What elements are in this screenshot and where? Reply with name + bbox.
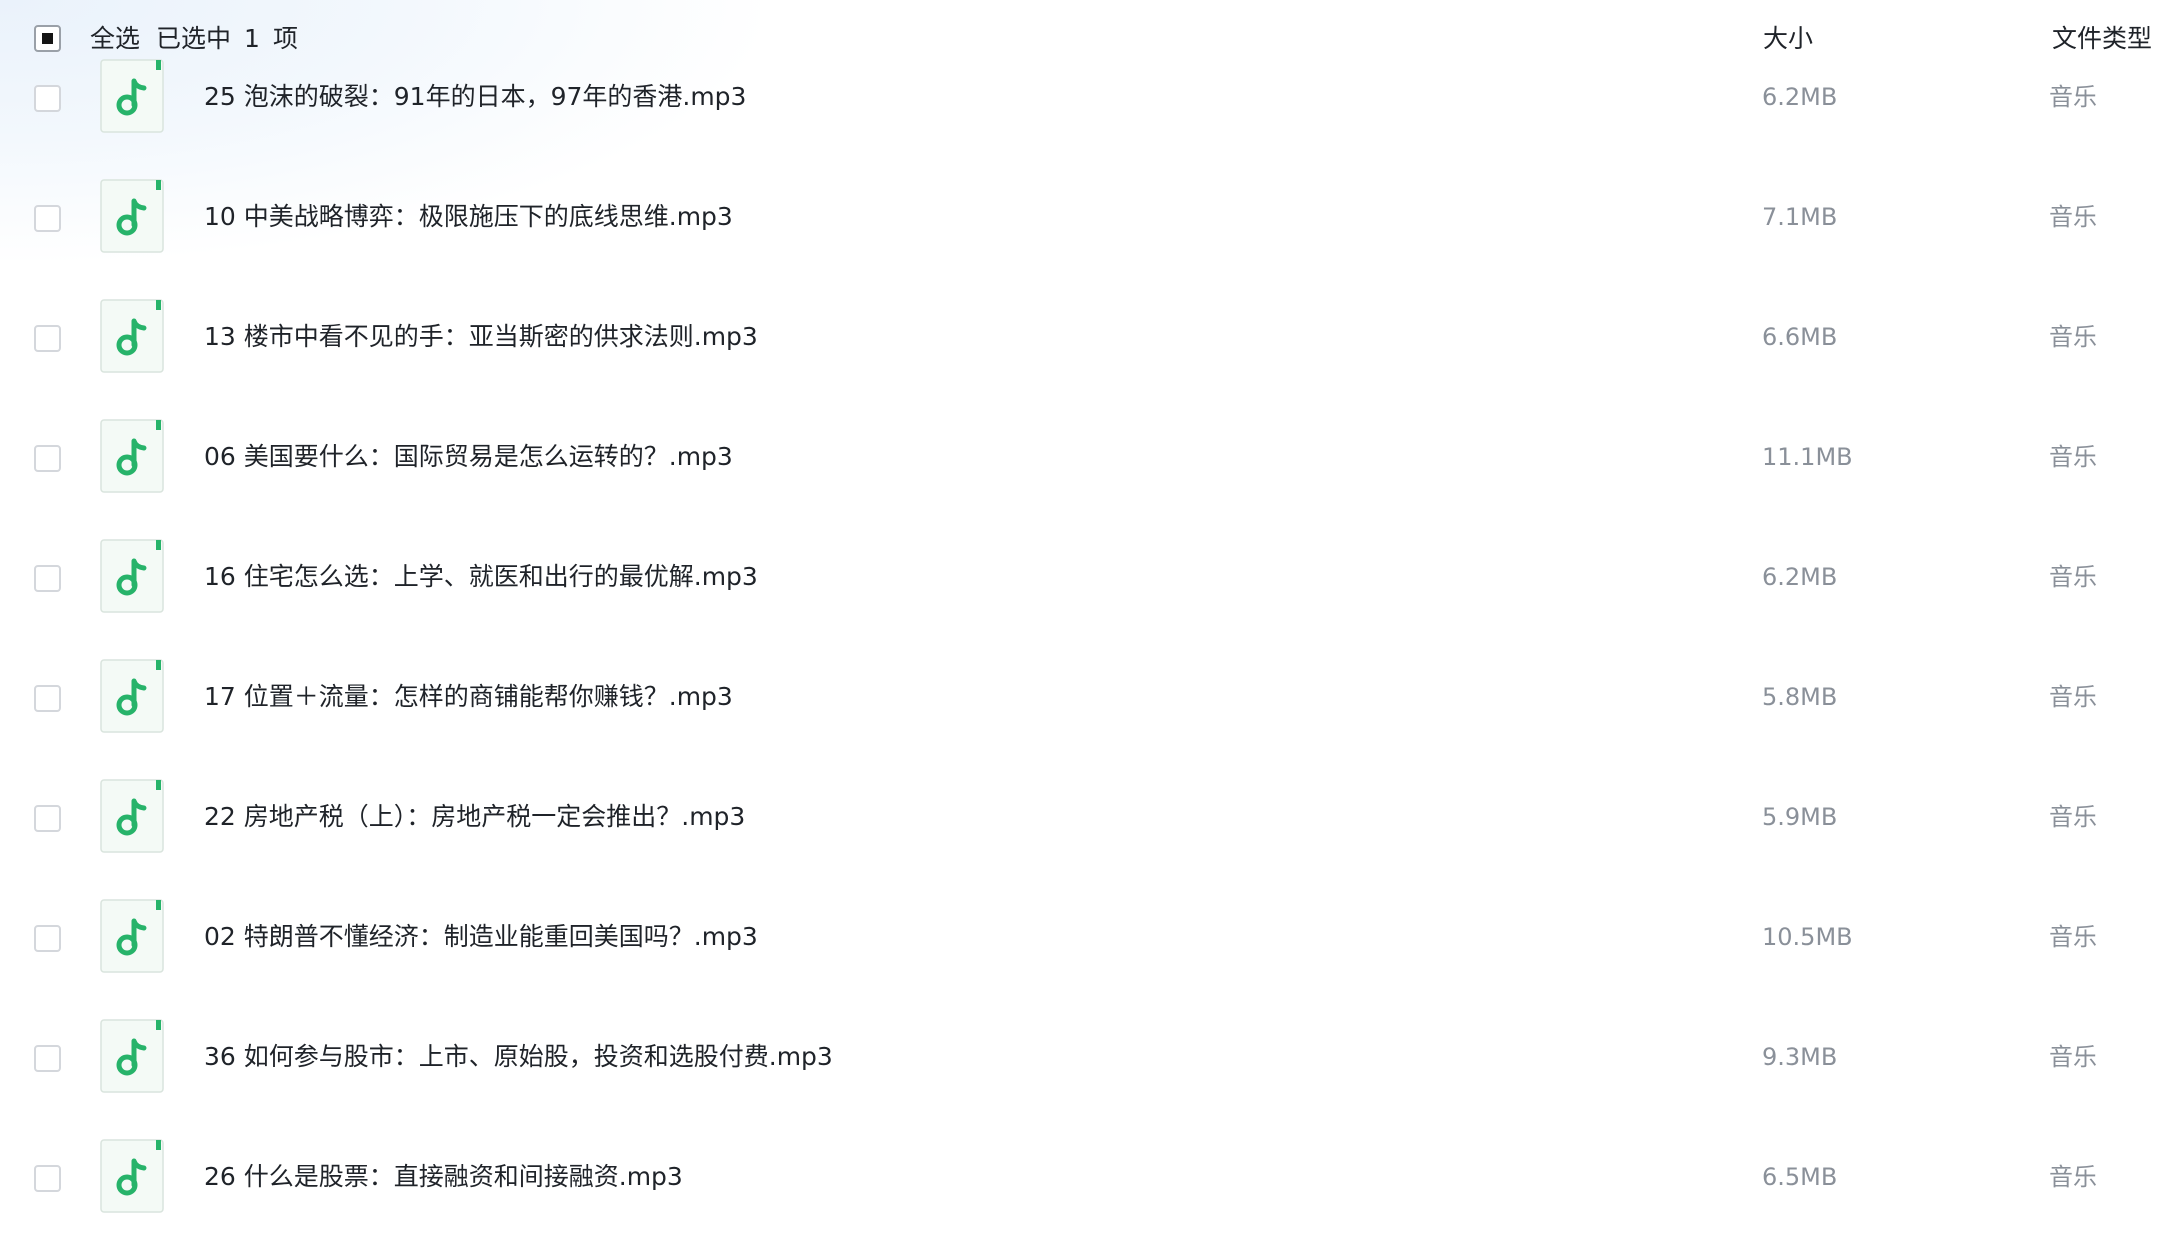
file-name[interactable]: 16 住宅怎么选：上学、就医和出行的最优解.mp3 [204, 560, 758, 594]
file-row[interactable]: 13 楼市中看不见的手：亚当斯密的供求法则.mp3 6.6MB 音乐 [0, 279, 2162, 399]
file-size: 7.1MB [1762, 203, 1838, 231]
file-type: 音乐 [2049, 1163, 2097, 1191]
select-all-checkbox[interactable] [34, 25, 61, 52]
music-note-icon [100, 299, 164, 373]
file-name[interactable]: 02 特朗普不懂经济：制造业能重回美国吗？.mp3 [204, 920, 758, 954]
row-checkbox[interactable] [34, 925, 61, 952]
file-row[interactable]: 06 美国要什么：国际贸易是怎么运转的？.mp3 11.1MB 音乐 [0, 399, 2162, 519]
file-row[interactable]: 10 中美战略博弈：极限施压下的底线思维.mp3 7.1MB 音乐 [0, 159, 2162, 279]
music-note-icon [100, 539, 164, 613]
row-checkbox[interactable] [34, 445, 61, 472]
file-browser: 25 泡沫的破裂：91年的日本，97年的香港.mp3 6.2MB 音乐 10 中美战略… [0, 0, 2162, 1238]
file-size: 5.9MB [1762, 803, 1838, 831]
file-size: 5.8MB [1762, 683, 1838, 711]
list-header: 全选 已选中 1 项 大小 文件类型 [0, 0, 2162, 76]
column-header-size[interactable]: 大小 [1763, 22, 1813, 56]
music-note-icon [100, 419, 164, 493]
file-size: 11.1MB [1762, 443, 1853, 471]
music-note-icon [100, 659, 164, 733]
file-row[interactable]: 17 位置＋流量：怎样的商铺能帮你赚钱？.mp3 5.8MB 音乐 [0, 639, 2162, 759]
file-type: 音乐 [2049, 203, 2097, 231]
music-note-icon [100, 779, 164, 853]
music-note-icon [100, 179, 164, 253]
file-row[interactable]: 26 什么是股票：直接融资和间接融资.mp3 6.5MB 音乐 [0, 1119, 2162, 1238]
row-checkbox[interactable] [34, 685, 61, 712]
file-type: 音乐 [2049, 563, 2097, 591]
file-size: 10.5MB [1762, 923, 1853, 951]
row-checkbox[interactable] [34, 565, 61, 592]
file-name[interactable]: 22 房地产税（上）：房地产税一定会推出？.mp3 [204, 800, 745, 834]
file-row[interactable]: 16 住宅怎么选：上学、就医和出行的最优解.mp3 6.2MB 音乐 [0, 519, 2162, 639]
row-checkbox[interactable] [34, 205, 61, 232]
file-size: 6.2MB [1762, 563, 1838, 591]
file-name[interactable]: 10 中美战略博弈：极限施压下的底线思维.mp3 [204, 200, 733, 234]
file-size: 9.3MB [1762, 1043, 1838, 1071]
file-name[interactable]: 36 如何参与股市：上市、原始股，投资和选股付费.mp3 [204, 1040, 833, 1074]
selected-count-prefix: 已选中 [156, 24, 232, 53]
file-type: 音乐 [2049, 923, 2097, 951]
file-name[interactable]: 17 位置＋流量：怎样的商铺能帮你赚钱？.mp3 [204, 680, 733, 714]
file-type: 音乐 [2049, 323, 2097, 351]
file-name[interactable]: 13 楼市中看不见的手：亚当斯密的供求法则.mp3 [204, 320, 758, 354]
music-note-icon [100, 899, 164, 973]
file-size: 6.2MB [1762, 83, 1838, 111]
file-type: 音乐 [2049, 803, 2097, 831]
file-list: 25 泡沫的破裂：91年的日本，97年的香港.mp3 6.2MB 音乐 10 中美战略… [0, 0, 2162, 1238]
file-name[interactable]: 26 什么是股票：直接融资和间接融资.mp3 [204, 1160, 683, 1194]
row-checkbox[interactable] [34, 325, 61, 352]
music-note-icon [100, 1139, 164, 1213]
selected-count: 1 [244, 24, 260, 53]
select-all-label[interactable]: 全选 [90, 22, 140, 56]
column-header-type[interactable]: 文件类型 [2052, 22, 2152, 56]
file-row[interactable]: 22 房地产税（上）：房地产税一定会推出？.mp3 5.9MB 音乐 [0, 759, 2162, 879]
file-size: 6.5MB [1762, 1163, 1838, 1191]
file-name[interactable]: 06 美国要什么：国际贸易是怎么运转的？.mp3 [204, 440, 733, 474]
file-row[interactable]: 02 特朗普不懂经济：制造业能重回美国吗？.mp3 10.5MB 音乐 [0, 879, 2162, 999]
file-type: 音乐 [2049, 683, 2097, 711]
file-type: 音乐 [2049, 83, 2097, 111]
music-note-icon [100, 1019, 164, 1093]
file-type: 音乐 [2049, 443, 2097, 471]
row-checkbox[interactable] [34, 1165, 61, 1192]
file-name[interactable]: 25 泡沫的破裂：91年的日本，97年的香港.mp3 [204, 80, 746, 114]
selected-count-suffix: 项 [273, 24, 299, 53]
file-size: 6.6MB [1762, 323, 1838, 351]
file-type: 音乐 [2049, 1043, 2097, 1071]
row-checkbox[interactable] [34, 85, 61, 112]
row-checkbox[interactable] [34, 1045, 61, 1072]
row-checkbox[interactable] [34, 805, 61, 832]
indeterminate-mark [42, 33, 53, 44]
file-row[interactable]: 36 如何参与股市：上市、原始股，投资和选股付费.mp3 9.3MB 音乐 [0, 999, 2162, 1119]
